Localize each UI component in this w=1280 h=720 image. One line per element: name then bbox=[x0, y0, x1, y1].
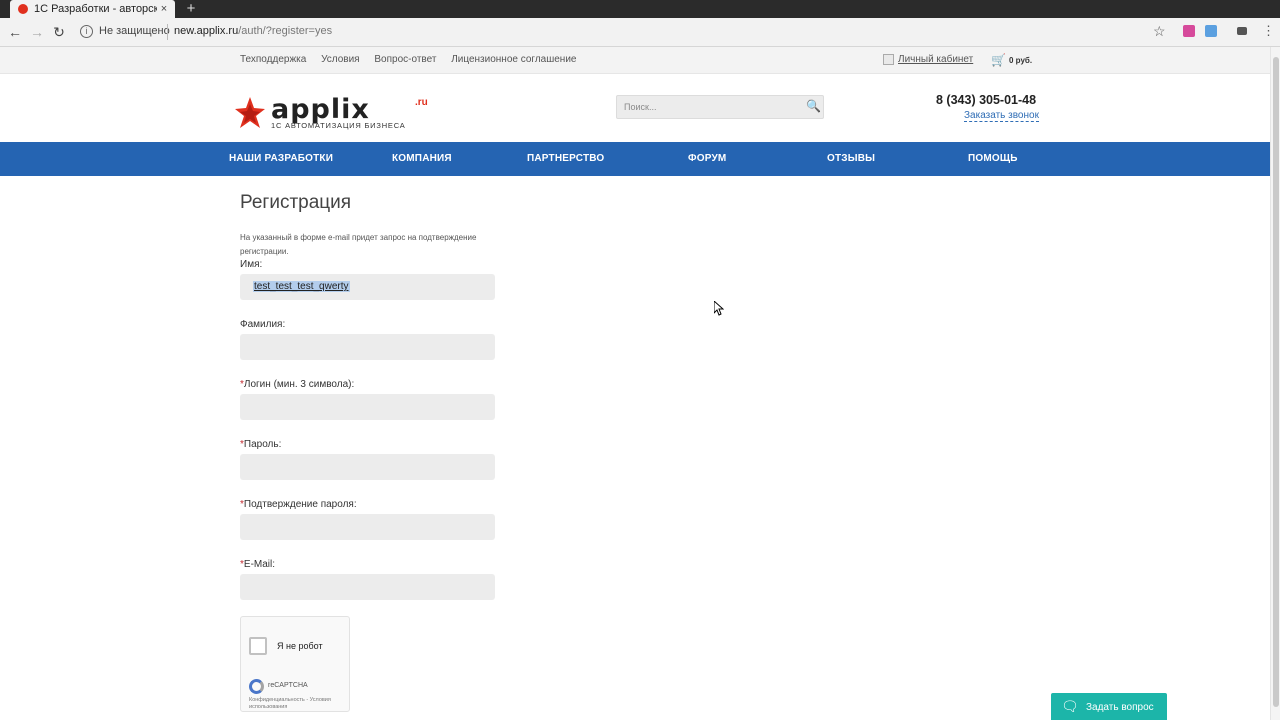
logo-star-icon bbox=[235, 97, 265, 128]
nav-item-partnership[interactable]: ПАРТНЕРСТВО bbox=[527, 153, 604, 164]
site-logo[interactable]: applix .ru 1С АВТОМАТИЗАЦИЯ БИЗНЕСА bbox=[233, 94, 438, 133]
confirm-password-label-text: Подтверждение пароля: bbox=[243, 499, 357, 510]
name-field-value[interactable]: test_test_test_qwerty bbox=[253, 281, 350, 292]
new-tab-button[interactable]: + bbox=[183, 0, 199, 18]
email-field[interactable] bbox=[240, 574, 495, 600]
login-label-text: Логин (мин. 3 символа): bbox=[243, 379, 355, 390]
back-button[interactable]: ← bbox=[5, 22, 25, 42]
nav-item-forum[interactable]: ФОРУМ bbox=[688, 153, 726, 164]
tab-close-icon[interactable]: × bbox=[157, 3, 171, 15]
password-field[interactable] bbox=[240, 454, 495, 480]
ask-question-label: Задать вопрос bbox=[1086, 702, 1154, 713]
phone-number: 8 (343) 305-01-48 bbox=[936, 93, 1037, 107]
mouse-cursor-icon bbox=[714, 301, 724, 316]
search-icon[interactable]: 🔍 bbox=[806, 99, 821, 113]
nav-item-help[interactable]: ПОМОЩЬ bbox=[968, 153, 1018, 164]
password-label: *Пароль: bbox=[240, 439, 281, 450]
logo-tagline: 1С АВТОМАТИЗАЦИЯ БИЗНЕСА bbox=[271, 121, 406, 130]
password-label-text: Пароль: bbox=[243, 439, 282, 450]
main-nav: НАШИ РАЗРАБОТКИ КОМПАНИЯ ПАРТНЕРСТВО ФОР… bbox=[0, 142, 1270, 176]
tab-title: 1С Разработки - авторск bbox=[34, 3, 157, 15]
link-support[interactable]: Техподдержка bbox=[240, 54, 306, 65]
browser-tabstrip: 1С Разработки - авторск × + bbox=[0, 0, 1280, 18]
recaptcha-checkbox[interactable] bbox=[249, 637, 267, 655]
recaptcha-logo-icon bbox=[249, 679, 264, 694]
ask-question-button[interactable]: 🗨 Задать вопрос bbox=[1051, 693, 1167, 720]
search-box[interactable]: Поиск... 🔍 bbox=[616, 95, 824, 119]
account-link[interactable]: Личный кабинет bbox=[898, 54, 973, 65]
top-links-bar: Техподдержка Условия Вопрос-ответ Лиценз… bbox=[0, 47, 1270, 74]
url-path: /auth/?register=yes bbox=[238, 25, 333, 37]
info-icon[interactable]: i bbox=[80, 25, 93, 38]
search-input[interactable]: Поиск... bbox=[624, 102, 656, 112]
browser-tab[interactable]: 1С Разработки - авторск × bbox=[10, 0, 175, 18]
site-favicon-icon bbox=[18, 4, 28, 14]
link-terms[interactable]: Условия bbox=[321, 54, 360, 65]
url-divider bbox=[167, 24, 168, 40]
recaptcha-terms[interactable]: Конфиденциальность - Условия использован… bbox=[249, 697, 345, 711]
login-field[interactable] bbox=[240, 394, 495, 420]
browser-toolbar: ← → ↻ i Не защищено new.applix.ru/auth/?… bbox=[0, 18, 1280, 47]
nav-item-reviews[interactable]: ОТЗЫВЫ bbox=[827, 153, 875, 164]
login-label: *Логин (мин. 3 символа): bbox=[240, 379, 354, 390]
top-links: Техподдержка Условия Вопрос-ответ Лиценз… bbox=[240, 54, 588, 65]
surname-field[interactable] bbox=[240, 334, 495, 360]
link-license[interactable]: Лицензионное соглашение bbox=[451, 54, 576, 65]
star-icon[interactable]: ☆ bbox=[1153, 23, 1166, 40]
confirm-password-field[interactable] bbox=[240, 514, 495, 540]
page-scrollbar[interactable] bbox=[1270, 47, 1280, 720]
cart-icon[interactable]: 🛒 bbox=[991, 53, 1006, 67]
security-status[interactable]: Не защищено bbox=[99, 25, 170, 37]
page-title: Регистрация bbox=[240, 192, 352, 213]
callback-link[interactable]: Заказать звонок bbox=[964, 110, 1039, 122]
extension-icon-2[interactable] bbox=[1205, 25, 1217, 37]
email-label: *E-Mail: bbox=[240, 559, 275, 570]
form-note: На указанный в форме e-mail придет запро… bbox=[240, 233, 477, 256]
surname-label: Фамилия: bbox=[240, 319, 286, 330]
link-faq[interactable]: Вопрос-ответ bbox=[374, 54, 436, 65]
recaptcha-brand: reCAPTCHA bbox=[268, 682, 308, 689]
incognito-icon[interactable] bbox=[1237, 27, 1247, 35]
chat-bubbles-icon: 🗨 bbox=[1061, 698, 1079, 714]
confirm-password-label: *Подтверждение пароля: bbox=[240, 499, 357, 510]
cart-sum[interactable]: 0 руб. bbox=[1009, 56, 1032, 65]
extension-icon-1[interactable] bbox=[1183, 25, 1195, 37]
lock-icon bbox=[883, 54, 894, 65]
name-label: Имя: bbox=[240, 259, 263, 270]
reload-button[interactable]: ↻ bbox=[49, 22, 69, 42]
email-label-text: E-Mail: bbox=[243, 559, 276, 570]
recaptcha-label: Я не робот bbox=[277, 641, 323, 651]
nav-item-company[interactable]: КОМПАНИЯ bbox=[392, 153, 452, 164]
url-domain: new.applix.ru bbox=[174, 25, 239, 37]
logo-domain: .ru bbox=[415, 97, 428, 108]
scrollbar-thumb[interactable] bbox=[1273, 57, 1279, 707]
address-bar[interactable]: new.applix.ru/auth/?register=yes bbox=[174, 25, 332, 37]
forward-button[interactable]: → bbox=[27, 22, 47, 42]
nav-item-developments[interactable]: НАШИ РАЗРАБОТКИ bbox=[229, 153, 333, 164]
browser-menu-icon[interactable]: ⋮ bbox=[1262, 23, 1275, 39]
web-page: Техподдержка Условия Вопрос-ответ Лиценз… bbox=[0, 47, 1270, 720]
recaptcha-widget: Я не робот reCAPTCHA Конфиденциальность … bbox=[240, 616, 350, 712]
